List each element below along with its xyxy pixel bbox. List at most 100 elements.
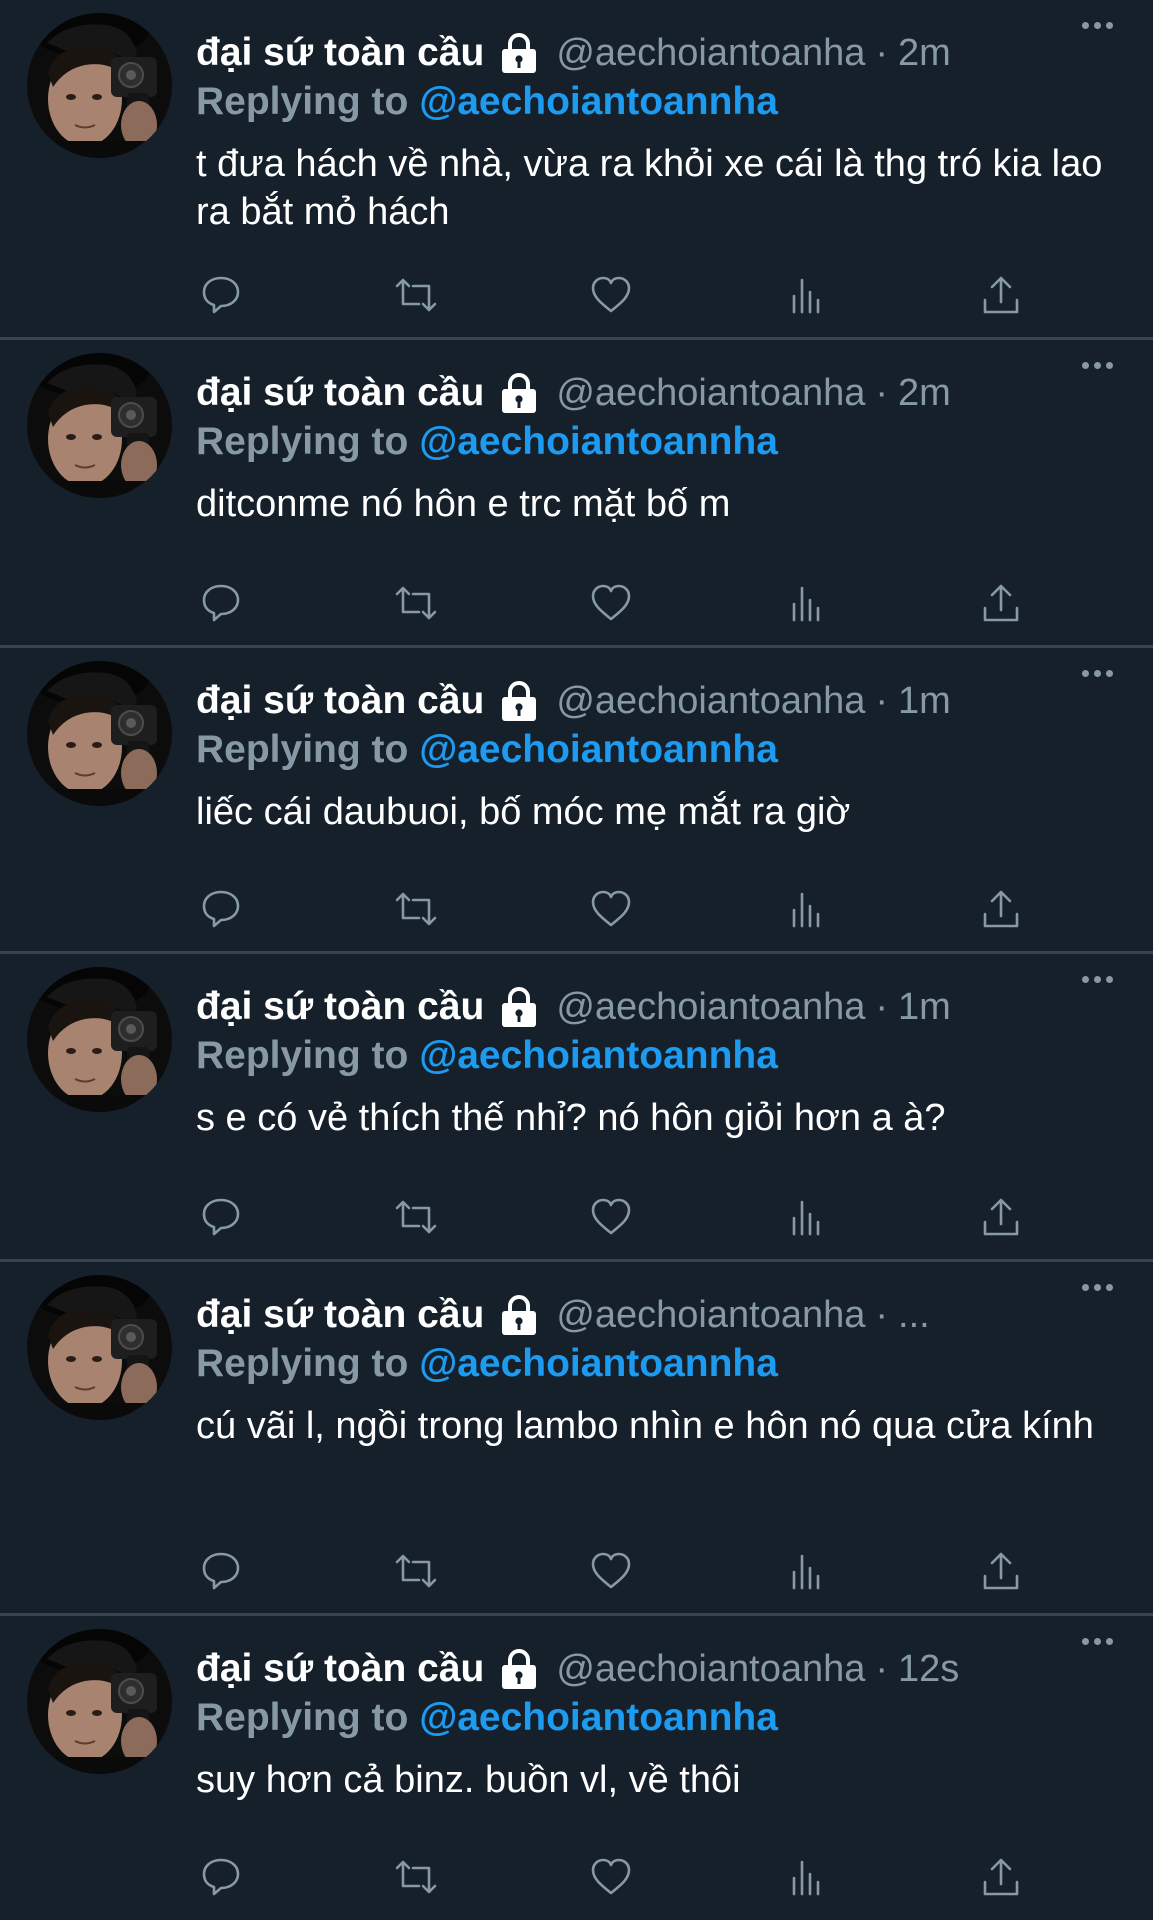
tweet-header: đại sứ toàn cầu @aechoiantoanha · 2m	[196, 358, 1133, 428]
tweet-text: ditconme nó hôn e trc mặt bố m	[196, 483, 731, 525]
tweet-text: liếc cái daubuoi, bố móc mẹ mắt ra giờ	[196, 791, 851, 833]
analytics-icon[interactable]	[781, 1546, 831, 1596]
tweet[interactable]: đại sứ toàn cầu @aechoiantoanha · 2m Rep…	[0, 0, 1153, 340]
analytics-icon[interactable]	[781, 578, 831, 628]
user-handle[interactable]: @aechoiantoanha	[556, 372, 865, 415]
user-handle[interactable]: @aechoiantoanha	[556, 986, 865, 1029]
like-icon[interactable]	[586, 1192, 636, 1242]
replying-to-label: Replying to	[196, 1696, 409, 1739]
more-options-icon[interactable]	[1082, 1284, 1113, 1291]
reply-handle-link[interactable]: @aechoiantoannha	[419, 1342, 778, 1385]
tweet[interactable]: đại sứ toàn cầu @aechoiantoanha · 2m Rep…	[0, 340, 1153, 648]
reply-handle-link[interactable]: @aechoiantoannha	[419, 1696, 778, 1739]
user-handle[interactable]: @aechoiantoanha	[556, 32, 865, 75]
share-icon[interactable]	[976, 1852, 1026, 1902]
tweet-header: đại sứ toàn cầu @aechoiantoanha · 12s	[196, 1634, 1133, 1704]
reply-handle-link[interactable]: @aechoiantoannha	[419, 80, 778, 123]
retweet-icon[interactable]	[391, 884, 441, 934]
avatar[interactable]	[27, 661, 172, 806]
timestamp[interactable]: 1m	[898, 680, 951, 723]
share-icon[interactable]	[976, 884, 1026, 934]
share-icon[interactable]	[976, 578, 1026, 628]
lock-icon	[498, 1648, 540, 1690]
reply-icon[interactable]	[196, 270, 246, 320]
display-name[interactable]: đại sứ toàn cầu	[196, 1647, 484, 1691]
tweet-actions	[196, 1546, 1026, 1596]
display-name[interactable]: đại sứ toàn cầu	[196, 679, 484, 723]
reply-icon[interactable]	[196, 578, 246, 628]
like-icon[interactable]	[586, 578, 636, 628]
more-options-icon[interactable]	[1082, 22, 1113, 29]
reply-handle-link[interactable]: @aechoiantoannha	[419, 420, 778, 463]
tweet[interactable]: đại sứ toàn cầu @aechoiantoanha · 1m Rep…	[0, 954, 1153, 1262]
dot-separator: ·	[875, 371, 889, 414]
timestamp[interactable]: 2m	[898, 32, 951, 75]
retweet-icon[interactable]	[391, 578, 441, 628]
timestamp[interactable]: 12s	[898, 1648, 959, 1691]
reply-icon[interactable]	[196, 1192, 246, 1242]
share-icon[interactable]	[976, 1192, 1026, 1242]
tweet-header: đại sứ toàn cầu @aechoiantoanha · ...	[196, 1280, 1133, 1350]
retweet-icon[interactable]	[391, 270, 441, 320]
reply-icon[interactable]	[196, 1852, 246, 1902]
replying-to: Replying to @aechoiantoannha	[196, 1342, 778, 1386]
analytics-icon[interactable]	[781, 270, 831, 320]
tweet-header: đại sứ toàn cầu @aechoiantoanha · 1m	[196, 666, 1133, 736]
more-options-icon[interactable]	[1082, 362, 1113, 369]
retweet-icon[interactable]	[391, 1192, 441, 1242]
reply-handle-link[interactable]: @aechoiantoannha	[419, 728, 778, 771]
avatar[interactable]	[27, 1629, 172, 1774]
dot-separator: ·	[875, 1293, 889, 1336]
like-icon[interactable]	[586, 1546, 636, 1596]
tweet-actions	[196, 1192, 1026, 1242]
user-handle[interactable]: @aechoiantoanha	[556, 1648, 865, 1691]
more-options-icon[interactable]	[1082, 670, 1113, 677]
avatar[interactable]	[27, 1275, 172, 1420]
dot-separator: ·	[875, 679, 889, 722]
more-options-icon[interactable]	[1082, 1638, 1113, 1645]
lock-icon	[498, 680, 540, 722]
reply-icon[interactable]	[196, 884, 246, 934]
analytics-icon[interactable]	[781, 884, 831, 934]
retweet-icon[interactable]	[391, 1546, 441, 1596]
display-name[interactable]: đại sứ toàn cầu	[196, 371, 484, 415]
replying-to-label: Replying to	[196, 420, 409, 463]
share-icon[interactable]	[976, 1546, 1026, 1596]
avatar[interactable]	[27, 13, 172, 158]
lock-icon	[498, 986, 540, 1028]
lock-icon	[498, 1294, 540, 1336]
tweet-actions	[196, 884, 1026, 934]
replying-to: Replying to @aechoiantoannha	[196, 80, 778, 124]
retweet-icon[interactable]	[391, 1852, 441, 1902]
tweet[interactable]: đại sứ toàn cầu @aechoiantoanha · ... Re…	[0, 1262, 1153, 1616]
share-icon[interactable]	[976, 270, 1026, 320]
analytics-icon[interactable]	[781, 1852, 831, 1902]
display-name[interactable]: đại sứ toàn cầu	[196, 985, 484, 1029]
display-name[interactable]: đại sứ toàn cầu	[196, 31, 484, 75]
avatar[interactable]	[27, 353, 172, 498]
tweet[interactable]: đại sứ toàn cầu @aechoiantoanha · 12s Re…	[0, 1616, 1153, 1920]
replying-to: Replying to @aechoiantoannha	[196, 420, 778, 464]
user-handle[interactable]: @aechoiantoanha	[556, 1294, 865, 1337]
dot-separator: ·	[875, 1647, 889, 1690]
timestamp[interactable]: 1m	[898, 986, 951, 1029]
avatar[interactable]	[27, 967, 172, 1112]
display-name[interactable]: đại sứ toàn cầu	[196, 1293, 484, 1337]
dot-separator: ·	[875, 985, 889, 1028]
like-icon[interactable]	[586, 884, 636, 934]
tweet[interactable]: đại sứ toàn cầu @aechoiantoanha · 1m Rep…	[0, 648, 1153, 954]
replying-to: Replying to @aechoiantoannha	[196, 728, 778, 772]
timestamp[interactable]: ...	[898, 1294, 930, 1337]
tweet-header: đại sứ toàn cầu @aechoiantoanha · 1m	[196, 972, 1133, 1042]
like-icon[interactable]	[586, 1852, 636, 1902]
analytics-icon[interactable]	[781, 1192, 831, 1242]
lock-icon	[498, 372, 540, 414]
replying-to-label: Replying to	[196, 1342, 409, 1385]
like-icon[interactable]	[586, 270, 636, 320]
reply-icon[interactable]	[196, 1546, 246, 1596]
timestamp[interactable]: 2m	[898, 372, 951, 415]
tweet-actions	[196, 578, 1026, 628]
reply-handle-link[interactable]: @aechoiantoannha	[419, 1034, 778, 1077]
more-options-icon[interactable]	[1082, 976, 1113, 983]
user-handle[interactable]: @aechoiantoanha	[556, 680, 865, 723]
